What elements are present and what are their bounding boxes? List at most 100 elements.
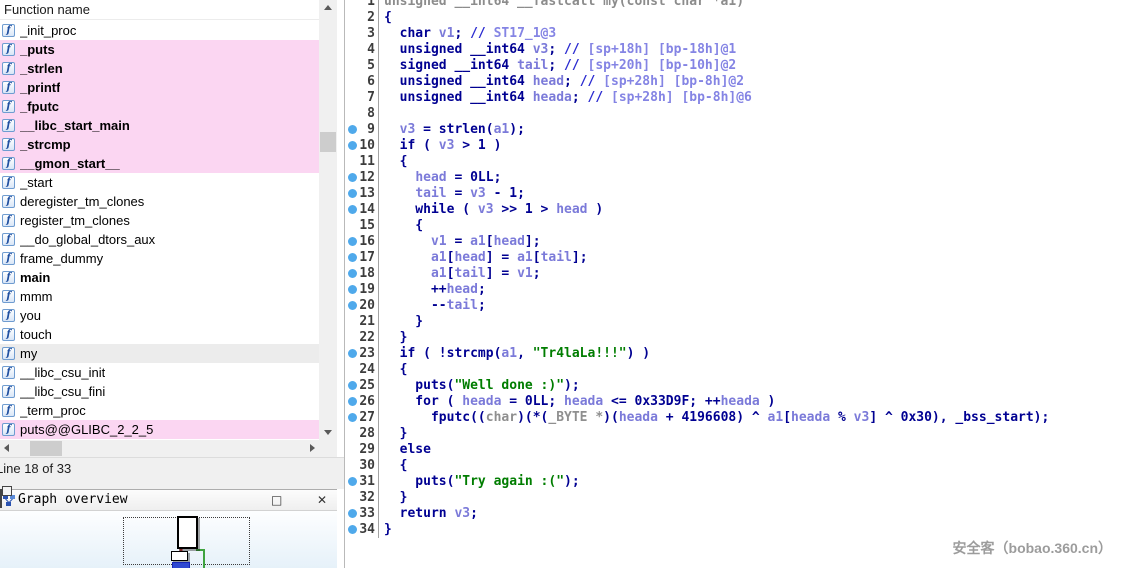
code-line[interactable]: 11 { bbox=[345, 154, 1128, 170]
code-line[interactable]: 4 unsigned __int64 v3; // [sp+18h] [bp-1… bbox=[345, 42, 1128, 58]
code-line[interactable]: 13 tail = v3 - 1; bbox=[345, 186, 1128, 202]
code-line[interactable]: 19 ++head; bbox=[345, 282, 1128, 298]
function-list-item[interactable]: f__libc_csu_init bbox=[0, 363, 319, 382]
function-name-label: mmm bbox=[20, 287, 53, 306]
function-icon: f bbox=[2, 100, 15, 113]
function-icon: f bbox=[2, 233, 15, 246]
scroll-down-icon[interactable] bbox=[324, 430, 332, 435]
function-list-item[interactable]: fputs@@GLIBC_2_2_5 bbox=[0, 420, 319, 439]
code-line-text: } bbox=[379, 330, 407, 346]
code-line[interactable]: 1unsigned __int64 __fastcall my(const ch… bbox=[345, 0, 1128, 10]
code-line[interactable]: 24 { bbox=[345, 362, 1128, 378]
graph-overview-canvas[interactable] bbox=[0, 511, 337, 568]
function-list-item[interactable]: f__do_global_dtors_aux bbox=[0, 230, 319, 249]
function-list-item[interactable]: f_start bbox=[0, 173, 319, 192]
function-list-item[interactable]: f__libc_start_main bbox=[0, 116, 319, 135]
maximize-icon[interactable]: □ bbox=[271, 493, 282, 507]
code-line[interactable]: 8 bbox=[345, 106, 1128, 122]
float-window-icon[interactable] bbox=[0, 489, 2, 508]
code-line[interactable]: 18 a1[tail] = v1; bbox=[345, 266, 1128, 282]
code-line[interactable]: 29 else bbox=[345, 442, 1128, 458]
function-list: f_init_procf_putsf_strlenf_printff_fputc… bbox=[0, 21, 319, 440]
line-number: 1 bbox=[358, 0, 379, 10]
code-line[interactable]: 2{ bbox=[345, 10, 1128, 26]
function-name-column-header[interactable]: Function name bbox=[0, 0, 319, 20]
function-list-item[interactable]: f_fputc bbox=[0, 97, 319, 116]
function-list-item[interactable]: fderegister_tm_clones bbox=[0, 192, 319, 211]
line-number: 34 bbox=[358, 522, 379, 538]
code-line[interactable]: 31 puts("Try again :("); bbox=[345, 474, 1128, 490]
gutter-spacer bbox=[345, 90, 358, 106]
code-line[interactable]: 21 } bbox=[345, 314, 1128, 330]
code-line[interactable]: 17 a1[head] = a1[tail]; bbox=[345, 250, 1128, 266]
code-line[interactable]: 20 --tail; bbox=[345, 298, 1128, 314]
code-line[interactable]: 6 unsigned __int64 head; // [sp+28h] [bp… bbox=[345, 74, 1128, 90]
code-line[interactable]: 3 char v1; // ST17_1@3 bbox=[345, 26, 1128, 42]
line-number: 25 bbox=[358, 378, 379, 394]
code-line-text: ++head; bbox=[379, 282, 486, 298]
gutter-spacer bbox=[345, 426, 358, 442]
code-line[interactable]: 26 for ( heada = 0LL; heada <= 0x33D9F; … bbox=[345, 394, 1128, 410]
function-list-item[interactable]: fregister_tm_clones bbox=[0, 211, 319, 230]
function-list-item[interactable]: f_strlen bbox=[0, 59, 319, 78]
gutter-spacer bbox=[345, 74, 358, 90]
code-line-text: } bbox=[379, 314, 423, 330]
address-dot-icon bbox=[345, 506, 358, 522]
address-dot-icon bbox=[345, 298, 358, 314]
close-icon[interactable]: ✕ bbox=[317, 493, 327, 507]
line-number: 7 bbox=[358, 90, 379, 106]
function-list-item[interactable]: f_puts bbox=[0, 40, 319, 59]
function-list-item[interactable]: fmain bbox=[0, 268, 319, 287]
function-list-item[interactable]: fmy bbox=[0, 344, 319, 363]
line-number: 29 bbox=[358, 442, 379, 458]
code-line[interactable]: 25 puts("Well done :)"); bbox=[345, 378, 1128, 394]
scroll-up-icon[interactable] bbox=[324, 5, 332, 10]
code-line[interactable]: 34} bbox=[345, 522, 1128, 538]
code-line[interactable]: 22 } bbox=[345, 330, 1128, 346]
function-list-item[interactable]: f_printf bbox=[0, 78, 319, 97]
function-list-item[interactable]: f__libc_csu_fini bbox=[0, 382, 319, 401]
code-line-text: unsigned __int64 head; // [sp+28h] [bp-8… bbox=[379, 74, 744, 90]
code-line[interactable]: 12 head = 0LL; bbox=[345, 170, 1128, 186]
gutter-spacer bbox=[345, 26, 358, 42]
function-icon: f bbox=[2, 404, 15, 417]
pseudocode-window[interactable]: 1unsigned __int64 __fastcall my(const ch… bbox=[344, 0, 1128, 568]
line-number: 14 bbox=[358, 202, 379, 218]
scroll-left-icon[interactable] bbox=[4, 444, 9, 452]
function-list-item[interactable]: fframe_dummy bbox=[0, 249, 319, 268]
code-line[interactable]: 27 fputc((char)(*(_BYTE *)(heada + 41966… bbox=[345, 410, 1128, 426]
vertical-scrollbar-thumb[interactable] bbox=[320, 132, 336, 152]
line-number: 16 bbox=[358, 234, 379, 250]
function-list-item[interactable]: ftouch bbox=[0, 325, 319, 344]
function-icon: f bbox=[2, 252, 15, 265]
address-dot-icon bbox=[345, 410, 358, 426]
code-line[interactable]: 28 } bbox=[345, 426, 1128, 442]
code-line[interactable]: 30 { bbox=[345, 458, 1128, 474]
horizontal-scrollbar-thumb[interactable] bbox=[30, 441, 62, 456]
function-list-item[interactable]: fyou bbox=[0, 306, 319, 325]
code-line[interactable]: 9 v3 = strlen(a1); bbox=[345, 122, 1128, 138]
functions-vertical-scrollbar[interactable] bbox=[319, 0, 337, 440]
code-line[interactable]: 14 while ( v3 >> 1 > head ) bbox=[345, 202, 1128, 218]
code-line[interactable]: 16 v1 = a1[head]; bbox=[345, 234, 1128, 250]
function-list-item[interactable]: f_term_proc bbox=[0, 401, 319, 420]
line-number: 10 bbox=[358, 138, 379, 154]
function-icon: f bbox=[2, 43, 15, 56]
function-name-label: __libc_csu_init bbox=[20, 363, 105, 382]
function-list-item[interactable]: f_strcmp bbox=[0, 135, 319, 154]
function-list-item[interactable]: fmmm bbox=[0, 287, 319, 306]
code-line[interactable]: 33 return v3; bbox=[345, 506, 1128, 522]
code-line[interactable]: 32 } bbox=[345, 490, 1128, 506]
function-name-label: _init_proc bbox=[20, 21, 76, 40]
code-line[interactable]: 10 if ( v3 > 1 ) bbox=[345, 138, 1128, 154]
function-list-item[interactable]: f_init_proc bbox=[0, 21, 319, 40]
function-list-item[interactable]: f__gmon_start__ bbox=[0, 154, 319, 173]
code-line[interactable]: 7 unsigned __int64 heada; // [sp+28h] [b… bbox=[345, 90, 1128, 106]
function-icon: f bbox=[2, 138, 15, 151]
line-number: 21 bbox=[358, 314, 379, 330]
functions-horizontal-scrollbar[interactable] bbox=[0, 440, 319, 457]
code-line[interactable]: 5 signed __int64 tail; // [sp+20h] [bp-1… bbox=[345, 58, 1128, 74]
code-line[interactable]: 23 if ( !strcmp(a1, "Tr4laLa!!!") ) bbox=[345, 346, 1128, 362]
scroll-right-icon[interactable] bbox=[310, 444, 315, 452]
code-line[interactable]: 15 { bbox=[345, 218, 1128, 234]
